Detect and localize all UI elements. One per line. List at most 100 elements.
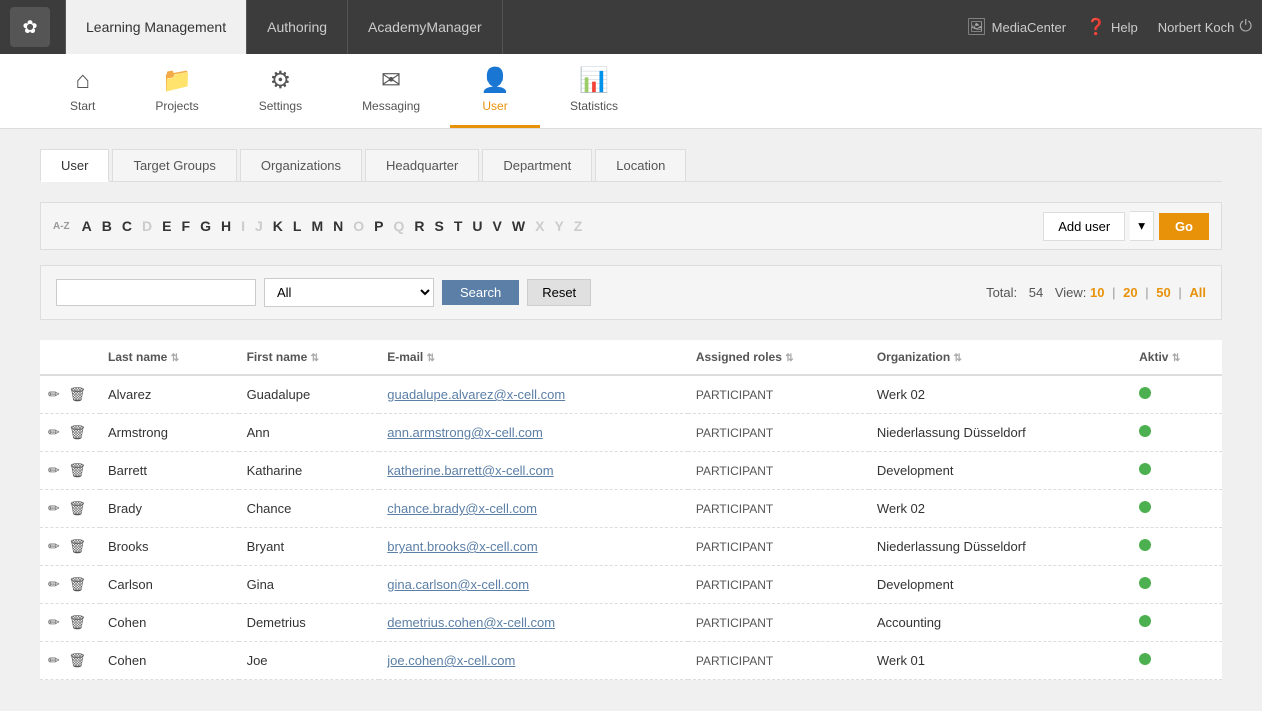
tab-location[interactable]: Location — [595, 149, 686, 181]
alpha-h[interactable]: H — [216, 216, 236, 236]
delete-icon[interactable]: 🗑 — [68, 462, 86, 478]
edit-icon[interactable]: ✏ — [48, 538, 60, 554]
email-7[interactable]: joe.cohen@x-cell.com — [379, 642, 688, 680]
alpha-v[interactable]: V — [488, 216, 507, 236]
alpha-i[interactable]: I — [236, 216, 250, 236]
delete-icon[interactable]: 🗑 — [68, 614, 86, 630]
search-input[interactable] — [56, 279, 256, 306]
last-name-2: Barrett — [100, 452, 239, 490]
top-tab-academy[interactable]: AcademyManager — [348, 0, 503, 54]
alpha-x[interactable]: X — [530, 216, 549, 236]
col-first-name[interactable]: First name ⇅ — [239, 340, 380, 375]
alpha-e[interactable]: E — [157, 216, 176, 236]
power-icon: ⏻ — [1239, 18, 1252, 36]
nav-start[interactable]: ⌂ Start — [40, 55, 125, 128]
email-2[interactable]: katherine.barrett@x-cell.com — [379, 452, 688, 490]
col-last-name[interactable]: Last name ⇅ — [100, 340, 239, 375]
view-20[interactable]: 20 — [1123, 285, 1137, 300]
nav-settings[interactable]: ⚙ Settings — [229, 54, 332, 128]
top-tab-authoring[interactable]: Authoring — [247, 0, 348, 54]
col-aktiv[interactable]: Aktiv ⇅ — [1131, 340, 1222, 375]
alpha-actions: Add user ▾ Go — [1043, 211, 1209, 241]
tab-target-groups[interactable]: Target Groups — [112, 149, 236, 181]
top-tab-learning[interactable]: Learning Management — [65, 0, 247, 54]
alpha-u[interactable]: U — [467, 216, 487, 236]
top-right-nav: 🖼 MediaCenter ❓ Help Norbert Koch ⏻ — [966, 17, 1252, 37]
alpha-a[interactable]: A — [77, 216, 97, 236]
edit-icon[interactable]: ✏ — [48, 576, 60, 592]
nav-messaging[interactable]: ✉ Messaging — [332, 54, 450, 128]
delete-icon[interactable]: 🗑 — [68, 500, 86, 516]
alpha-r[interactable]: R — [409, 216, 429, 236]
email-4[interactable]: bryant.brooks@x-cell.com — [379, 528, 688, 566]
nav-projects[interactable]: 📁 Projects — [125, 54, 228, 128]
edit-icon[interactable]: ✏ — [48, 614, 60, 630]
tab-department[interactable]: Department — [482, 149, 592, 181]
alpha-d[interactable]: D — [137, 216, 157, 236]
col-email[interactable]: E-mail ⇅ — [379, 340, 688, 375]
mediacenter-icon: 🖼 — [966, 17, 986, 37]
alpha-w[interactable]: W — [507, 216, 530, 236]
delete-icon[interactable]: 🗑 — [68, 538, 86, 554]
go-button[interactable]: Go — [1159, 213, 1209, 240]
alpha-k[interactable]: K — [268, 216, 288, 236]
reset-button[interactable]: Reset — [527, 279, 591, 306]
tab-organizations[interactable]: Organizations — [240, 149, 362, 181]
alpha-z[interactable]: Z — [569, 216, 588, 236]
alpha-y[interactable]: Y — [549, 216, 568, 236]
row-actions-7: ✏ 🗑 — [40, 642, 100, 680]
alpha-o[interactable]: O — [348, 216, 369, 236]
help-icon: ❓ — [1086, 17, 1106, 37]
active-2 — [1131, 452, 1222, 490]
active-1 — [1131, 414, 1222, 452]
email-1[interactable]: ann.armstrong@x-cell.com — [379, 414, 688, 452]
nav-user[interactable]: 👤 User — [450, 54, 540, 128]
alpha-letters-container: ABCDEFGHIJKLMNOPQRSTUVWXYZ — [77, 218, 588, 234]
first-name-7: Joe — [239, 642, 380, 680]
tab-headquarter[interactable]: Headquarter — [365, 149, 479, 181]
user-menu[interactable]: Norbert Koch ⏻ — [1158, 18, 1252, 36]
tab-user[interactable]: User — [40, 149, 109, 182]
help-link[interactable]: ❓ Help — [1086, 17, 1138, 37]
alpha-c[interactable]: C — [117, 216, 137, 236]
table-row: ✏ 🗑 Brooks Bryant bryant.brooks@x-cell.c… — [40, 528, 1222, 566]
delete-icon[interactable]: 🗑 — [68, 576, 86, 592]
view-10[interactable]: 10 — [1090, 285, 1104, 300]
alpha-t[interactable]: T — [449, 216, 468, 236]
alpha-b[interactable]: B — [97, 216, 117, 236]
edit-icon[interactable]: ✏ — [48, 652, 60, 668]
col-roles[interactable]: Assigned roles ⇅ — [688, 340, 869, 375]
add-user-dropdown-button[interactable]: ▾ — [1130, 211, 1154, 241]
col-actions — [40, 340, 100, 375]
first-name-1: Ann — [239, 414, 380, 452]
mediacenter-link[interactable]: 🖼 MediaCenter — [966, 17, 1066, 37]
edit-icon[interactable]: ✏ — [48, 424, 60, 440]
alpha-l[interactable]: L — [288, 216, 307, 236]
alpha-s[interactable]: S — [430, 216, 449, 236]
alpha-n[interactable]: N — [328, 216, 348, 236]
edit-icon[interactable]: ✏ — [48, 462, 60, 478]
alpha-p[interactable]: P — [369, 216, 388, 236]
nav-statistics[interactable]: 📊 Statistics — [540, 54, 648, 128]
email-5[interactable]: gina.carlson@x-cell.com — [379, 566, 688, 604]
view-all[interactable]: All — [1189, 285, 1206, 300]
alpha-j[interactable]: J — [250, 216, 268, 236]
col-org[interactable]: Organization ⇅ — [869, 340, 1131, 375]
delete-icon[interactable]: 🗑 — [68, 652, 86, 668]
alpha-m[interactable]: M — [306, 216, 328, 236]
alpha-g[interactable]: G — [195, 216, 216, 236]
alpha-q[interactable]: Q — [389, 216, 410, 236]
email-0[interactable]: guadalupe.alvarez@x-cell.com — [379, 375, 688, 414]
delete-icon[interactable]: 🗑 — [68, 386, 86, 402]
edit-icon[interactable]: ✏ — [48, 386, 60, 402]
view-50[interactable]: 50 — [1156, 285, 1170, 300]
add-user-button[interactable]: Add user — [1043, 212, 1125, 241]
email-3[interactable]: chance.brady@x-cell.com — [379, 490, 688, 528]
icon-bar: ⌂ Start 📁 Projects ⚙ Settings ✉ Messagin… — [0, 54, 1262, 129]
edit-icon[interactable]: ✏ — [48, 500, 60, 516]
alpha-f[interactable]: F — [177, 216, 196, 236]
email-6[interactable]: demetrius.cohen@x-cell.com — [379, 604, 688, 642]
search-button[interactable]: Search — [442, 280, 519, 305]
role-filter-select[interactable]: All Active Inactive — [264, 278, 434, 307]
delete-icon[interactable]: 🗑 — [68, 424, 86, 440]
